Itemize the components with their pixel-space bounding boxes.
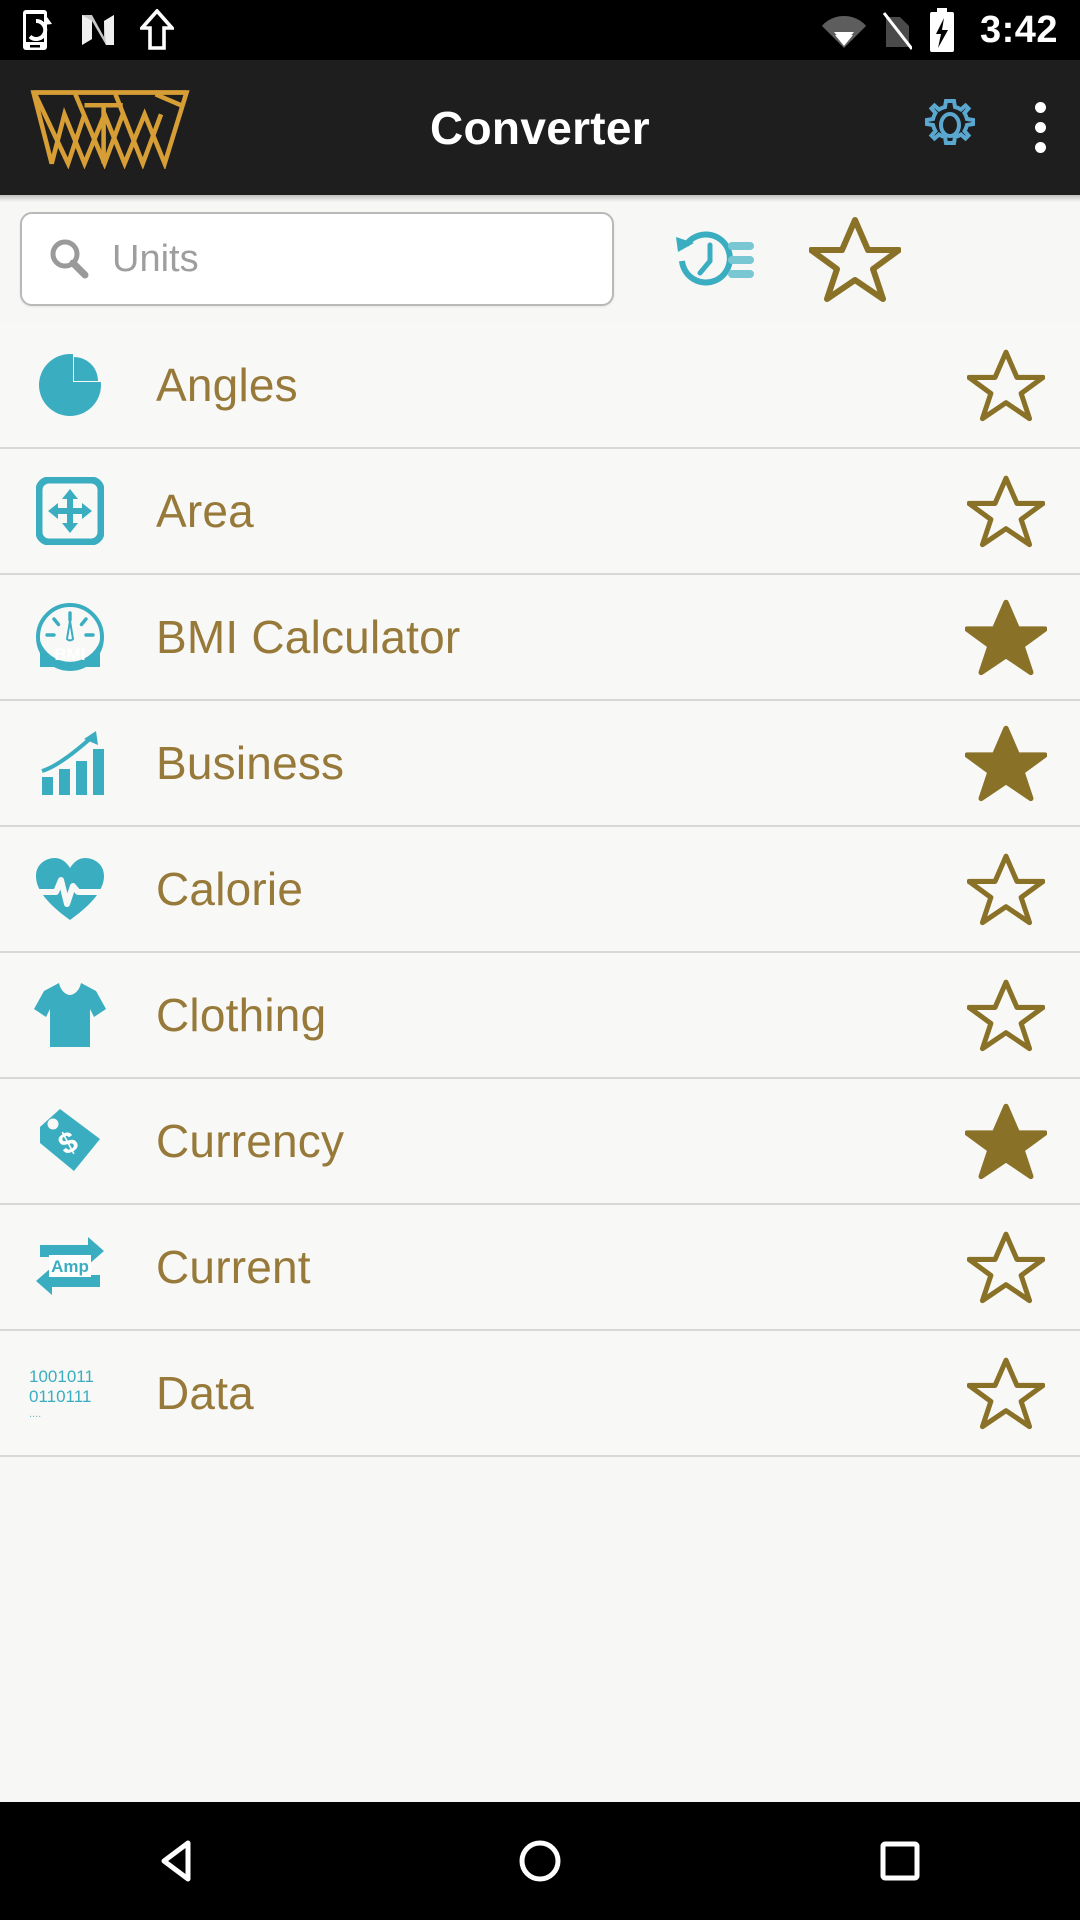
star-outline-icon — [967, 1357, 1045, 1430]
search-row — [0, 195, 1080, 323]
expand-arrows-icon — [22, 463, 118, 559]
search-icon — [50, 239, 89, 279]
settings-button[interactable] — [918, 93, 982, 162]
favorite-toggle[interactable] — [954, 585, 1058, 689]
tw-logo — [30, 89, 190, 169]
favorite-toggle[interactable] — [954, 963, 1058, 1067]
list-item[interactable]: Clothing — [0, 953, 1080, 1079]
amp-icon-text: Amp — [51, 1257, 89, 1276]
list-item[interactable]: 1001011 0110111 .... Data — [0, 1331, 1080, 1457]
star-outline-icon — [809, 217, 901, 302]
star-outline-icon — [967, 1231, 1045, 1304]
favorite-toggle[interactable] — [954, 333, 1058, 437]
favorite-toggle[interactable] — [954, 459, 1058, 563]
list-item[interactable]: Calorie — [0, 827, 1080, 953]
app-bar: Converter — [0, 60, 1080, 195]
pie-chart-icon — [22, 337, 118, 433]
more-vertical-icon — [1034, 102, 1046, 113]
bmi-icon-text: BMI — [54, 645, 85, 664]
list-item-label: Calorie — [156, 863, 304, 915]
nav-home-button[interactable] — [465, 1802, 615, 1920]
upload-arrow-icon — [140, 9, 174, 50]
favorite-toggle[interactable] — [954, 1089, 1058, 1193]
nav-recents-button[interactable] — [825, 1802, 975, 1920]
star-outline-icon — [967, 475, 1045, 548]
gear-icon — [925, 99, 975, 145]
app-bar-actions — [918, 92, 1054, 163]
status-bar-right-icons: 3:42 — [821, 8, 1058, 52]
favorite-toggle[interactable] — [954, 711, 1058, 815]
favorite-toggle[interactable] — [954, 1215, 1058, 1319]
binary-line-1: 1001011 — [29, 1367, 94, 1386]
wifi-icon — [821, 16, 866, 48]
list-item[interactable]: $ Currency — [0, 1079, 1080, 1205]
list-item-label: Current — [156, 1241, 311, 1293]
overflow-menu-button[interactable] — [1026, 92, 1054, 163]
list-item[interactable]: Angles — [0, 323, 1080, 449]
list-item-label: Angles — [156, 359, 298, 411]
star-outline-icon — [967, 979, 1045, 1052]
history-button[interactable] — [660, 204, 770, 314]
android-n-icon — [82, 15, 114, 45]
search-field-container[interactable] — [20, 212, 614, 306]
heart-pulse-icon — [22, 841, 118, 937]
price-tag-dollar-icon: $ — [22, 1093, 118, 1189]
star-filled-icon — [965, 1103, 1047, 1180]
list-item[interactable]: BMI BMI Calculator — [0, 575, 1080, 701]
search-input[interactable] — [112, 237, 588, 281]
converter-list: Angles Area BMI BMI Calculator Business … — [0, 323, 1080, 1457]
list-item-label: BMI Calculator — [156, 611, 461, 663]
home-circle-icon — [519, 1840, 561, 1882]
phone-sync-icon — [23, 10, 52, 50]
favorite-toggle[interactable] — [954, 1341, 1058, 1445]
more-vertical-icon — [1034, 122, 1046, 133]
list-item[interactable]: Business — [0, 701, 1080, 827]
status-bar-clock: 3:42 — [979, 8, 1058, 51]
amp-exchange-icon: Amp — [22, 1219, 118, 1315]
history-icon — [676, 231, 754, 286]
back-triangle-icon — [161, 1840, 191, 1882]
list-item-label: Currency — [156, 1115, 345, 1167]
status-bar-left-icons — [22, 9, 174, 51]
tshirt-icon — [22, 967, 118, 1063]
android-nav-bar — [0, 1802, 1080, 1920]
recents-square-icon — [880, 1841, 920, 1881]
bar-chart-up-icon — [22, 715, 118, 811]
list-item[interactable]: Amp Current — [0, 1205, 1080, 1331]
binary-digits-icon: 1001011 0110111 .... — [22, 1345, 118, 1441]
bmi-gauge-icon: BMI — [22, 589, 118, 685]
list-item-label: Business — [156, 737, 345, 789]
favorite-toggle[interactable] — [954, 837, 1058, 941]
status-bar: 3:42 — [0, 0, 1080, 60]
svg-text:....: .... — [29, 1408, 41, 1420]
star-filled-icon — [965, 725, 1047, 802]
phone-screen: 3:42 Converter Units Angles Area BMI BMI… — [0, 0, 1080, 1920]
battery-charging-icon — [929, 8, 954, 52]
star-outline-icon — [967, 349, 1045, 422]
list-item-label: Area — [156, 485, 254, 537]
binary-line-2: 0110111 — [29, 1387, 91, 1406]
star-filled-icon — [965, 599, 1047, 676]
no-sim-icon — [882, 12, 912, 50]
star-outline-icon — [967, 853, 1045, 926]
list-item-label: Data — [156, 1367, 254, 1419]
list-item-label: Clothing — [156, 989, 327, 1041]
nav-back-button[interactable] — [105, 1802, 255, 1920]
more-vertical-icon — [1034, 142, 1046, 153]
favorites-filter-button[interactable] — [800, 204, 910, 314]
list-item[interactable]: Area — [0, 449, 1080, 575]
